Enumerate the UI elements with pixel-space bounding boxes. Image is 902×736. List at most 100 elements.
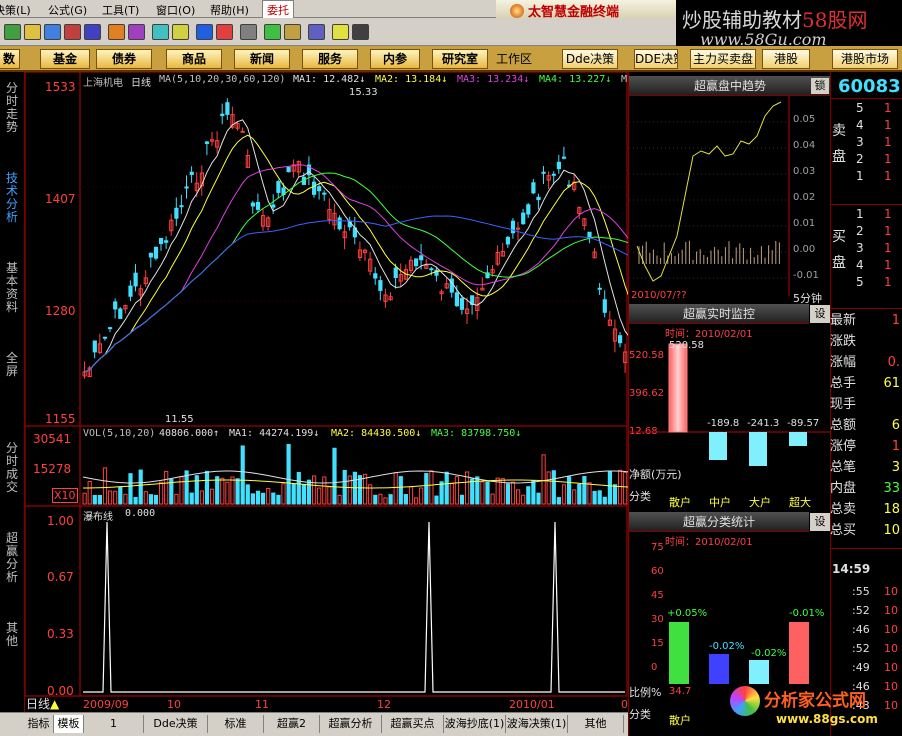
bottom-tab-1[interactable]: 1	[84, 715, 144, 733]
f10-icon[interactable]	[152, 24, 169, 40]
tick-time: :55	[852, 585, 870, 598]
volume-bar	[286, 443, 291, 505]
pointer-icon[interactable]	[332, 24, 349, 40]
volume-bar	[148, 494, 154, 505]
period-indicator-label: 日线	[26, 697, 51, 711]
candle-body	[556, 161, 561, 170]
candle-body	[337, 217, 342, 230]
period-indicator[interactable]: 日线▲	[26, 695, 59, 712]
tile-icon[interactable]	[284, 24, 301, 40]
volume-bar	[587, 482, 592, 505]
side-tab-other[interactable]: 其他	[6, 622, 20, 648]
volume-bar	[393, 472, 398, 505]
func-button-insider[interactable]: 内参	[370, 49, 420, 69]
volume-bar	[215, 476, 220, 505]
monitor-value: -241.3	[747, 418, 780, 429]
bottom-tab-chaoying2[interactable]: 超赢2	[264, 715, 320, 733]
high-price-label: 15.33	[349, 87, 378, 98]
func-button-hk[interactable]: 港股	[762, 49, 810, 69]
menu-help[interactable]: 帮助(H)	[210, 2, 249, 18]
lock-button[interactable]: 锁	[811, 78, 829, 94]
monitor-settings-button[interactable]: 设	[810, 305, 830, 323]
compass-icon[interactable]	[172, 24, 189, 40]
binoculars-icon[interactable]	[84, 24, 101, 40]
menu-formula[interactable]: 公式(G)	[48, 2, 87, 18]
func-button-news[interactable]: 新闻	[234, 49, 290, 69]
workarea-label[interactable]: 工作区	[496, 50, 532, 67]
volume-bar	[327, 486, 332, 505]
alert-icon[interactable]	[216, 24, 233, 40]
signal-icon[interactable]	[108, 24, 125, 40]
volume-bar	[429, 470, 434, 505]
stock-code[interactable]: 60083	[838, 76, 901, 97]
quote-stat-value: 1	[891, 313, 900, 328]
volume-bar	[204, 470, 210, 505]
side-tab-trades[interactable]: 分时成交	[6, 442, 20, 494]
candle-body	[102, 336, 108, 339]
entrust-button[interactable]: 委托	[262, 0, 294, 20]
quote-stat-label: 最新	[830, 313, 857, 328]
icon-toolbar	[0, 18, 676, 46]
side-tab-fundamentals[interactable]: 基本资料	[6, 262, 20, 314]
trend-panel-title: 超赢盘中趋势	[693, 79, 766, 93]
ticker-icon[interactable]	[24, 24, 41, 40]
quote-stat-value: 0.	[887, 355, 900, 370]
bottom-tab-standard[interactable]: 标准	[208, 715, 264, 733]
func-button-dde-decision[interactable]: Dde决策	[562, 49, 618, 69]
side-tab-intraday[interactable]: 分时走势	[6, 82, 20, 134]
kline-chart-svg[interactable]	[25, 72, 628, 712]
func-button-main-trade[interactable]: 主力买卖盘	[690, 49, 756, 69]
func-button-fund[interactable]: 基金	[40, 49, 90, 69]
book-icon[interactable]	[308, 24, 325, 40]
side-tab-technical[interactable]: 技术分析	[6, 172, 20, 224]
menu-decision[interactable]: 决策(L)	[0, 2, 31, 18]
candle-body	[541, 171, 546, 174]
buy-price: 1	[884, 241, 892, 255]
globe-icon[interactable]	[196, 24, 213, 40]
bottom-tab-chaoying-buy[interactable]: 超赢买点	[382, 715, 444, 733]
func-button-commodity[interactable]: 商品	[166, 49, 222, 69]
category-label-2: 分类	[629, 708, 651, 721]
settings-icon[interactable]	[240, 24, 257, 40]
bottom-tab-template[interactable]: 模板	[54, 715, 84, 733]
func-button-dde-decision-2[interactable]: DDE决策	[634, 49, 678, 69]
menu-window[interactable]: 窗口(O)	[156, 2, 195, 18]
buy-side-label: 买盘	[832, 229, 846, 271]
grid-icon[interactable]	[4, 24, 21, 40]
func-button-bond[interactable]: 债券	[96, 49, 152, 69]
tick-row: :46 10	[830, 620, 902, 639]
bottom-tab-dde[interactable]: Dde决策	[144, 715, 208, 733]
candle-body	[510, 220, 516, 234]
date-axis-label: 02	[621, 698, 628, 711]
func-button-service[interactable]: 服务	[302, 49, 358, 69]
bottom-tab-bohai-bottom[interactable]: 波海抄底(1)	[444, 715, 506, 733]
ticks-time: 14:59	[832, 562, 871, 576]
list-icon[interactable]	[44, 24, 61, 40]
chart-icon[interactable]	[64, 24, 81, 40]
ma1-value: MA1: 12.482↓	[293, 74, 366, 85]
trend-axis-label: -0.01	[793, 270, 819, 281]
volume-bar	[419, 487, 424, 505]
bottom-tab-bohai-decision[interactable]: 波海决策(1)	[506, 715, 568, 733]
func-button-shu[interactable]: 数	[0, 49, 20, 69]
monitor-panel-header: 超赢实时监控	[629, 304, 809, 324]
formula-icon[interactable]	[128, 24, 145, 40]
candle-body	[286, 166, 291, 173]
side-tab-fullscreen[interactable]: 全屏	[6, 352, 20, 378]
candle-body	[602, 299, 607, 313]
candle-body	[148, 252, 154, 258]
kline-chart[interactable]: 上海机电 日线 MA(5,10,20,30,60,120) MA1: 12.48…	[25, 72, 628, 712]
bottom-tab-chaoying-analysis[interactable]: 超赢分析	[320, 715, 382, 733]
func-button-hk-market[interactable]: 港股市场	[832, 49, 898, 69]
bottom-tab-indicator[interactable]: 指标	[24, 715, 54, 733]
volume-bar	[332, 447, 337, 505]
window-icon[interactable]	[264, 24, 281, 40]
quote-stat-row: 现手	[830, 394, 902, 415]
menu-tools[interactable]: 工具(T)	[102, 2, 139, 18]
stat-bar	[749, 660, 769, 684]
info-icon[interactable]	[352, 24, 369, 40]
func-button-research[interactable]: 研究室	[432, 49, 488, 69]
side-tab-chaoying[interactable]: 超赢分析	[6, 532, 20, 584]
stat-settings-button[interactable]: 设	[810, 513, 830, 531]
bottom-tab-other[interactable]: 其他	[568, 715, 624, 733]
